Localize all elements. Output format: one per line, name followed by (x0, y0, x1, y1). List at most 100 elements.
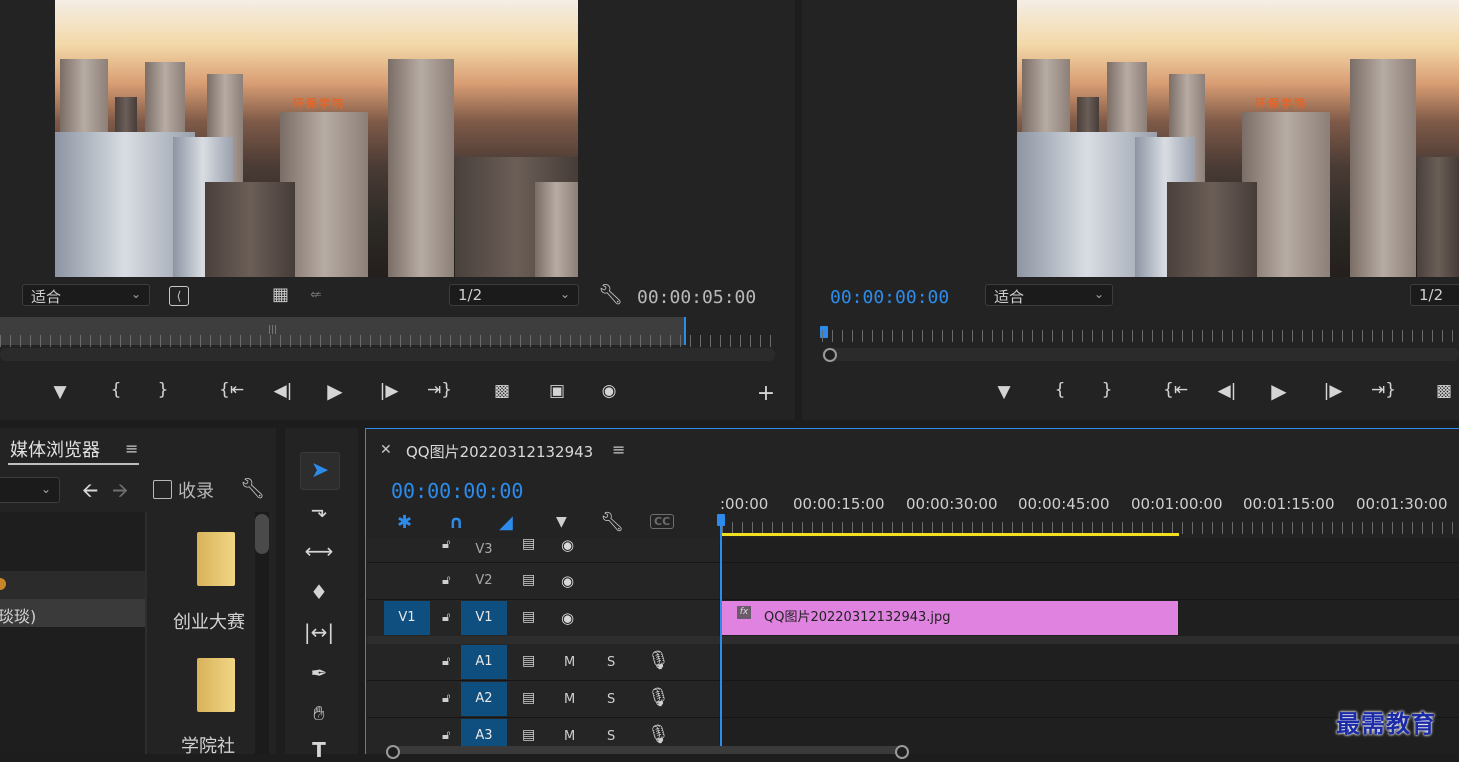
sync-lock-icon[interactable]: ▤ (522, 609, 535, 625)
mark-out-icon[interactable]: } (151, 382, 175, 399)
solo-button[interactable]: S (607, 655, 615, 670)
source-scrub-bar[interactable] (0, 348, 775, 361)
sync-lock-icon[interactable]: ▤ (522, 653, 535, 669)
list-item[interactable] (0, 571, 145, 599)
play-icon[interactable]: ▶ (1267, 381, 1291, 401)
microphone-icon[interactable]: 🎙︎ (647, 650, 670, 671)
film-drag-video-icon[interactable]: ▦ (272, 286, 289, 304)
add-marker-icon[interactable]: ▼ (48, 384, 72, 401)
drag-audio-icon[interactable]: ⇍ (310, 288, 322, 302)
source-patch-v1[interactable]: V1 (384, 601, 430, 635)
timeline-zoom-scrollbar[interactable] (390, 746, 902, 754)
lock-icon[interactable]: 🔓︎ (442, 691, 450, 706)
program-resolution-dropdown[interactable]: 1/2 (1410, 284, 1459, 306)
lock-icon[interactable]: 🔓︎ (442, 610, 450, 625)
zoom-handle-icon[interactable] (895, 745, 909, 759)
track-select-forward-icon[interactable]: ⬎ (302, 500, 336, 520)
nest-sequence-icon[interactable]: ✱ (397, 512, 412, 533)
close-tab-icon[interactable]: ✕ (380, 443, 392, 457)
slip-tool-icon[interactable]: |↔| (302, 622, 336, 642)
solo-button[interactable]: S (607, 729, 615, 744)
captions-cc-icon[interactable]: CC (650, 514, 675, 529)
microphone-icon[interactable]: 🎙︎ (647, 724, 670, 745)
source-fit-dropdown[interactable]: 适合 ⌄ (22, 284, 150, 306)
go-to-out-icon[interactable]: ⇥} (427, 382, 452, 399)
program-playhead-timecode[interactable]: 00:00:00:00 (830, 287, 949, 308)
sync-lock-icon[interactable]: ▤ (522, 727, 535, 743)
sync-lock-icon[interactable]: ▤ (522, 690, 535, 706)
mark-out-icon[interactable]: } (1095, 382, 1119, 399)
track-label[interactable]: A1 (461, 645, 507, 679)
solo-button[interactable]: S (607, 692, 615, 707)
track-label[interactable]: V1 (461, 601, 507, 635)
eye-icon[interactable]: ◉ (561, 536, 574, 554)
razor-tool-icon[interactable]: ♦ (302, 582, 336, 602)
add-marker-icon[interactable]: ▼ (556, 514, 567, 530)
lock-icon[interactable]: 🔓︎ (442, 537, 450, 552)
mute-button[interactable]: M (564, 692, 575, 707)
lift-icon[interactable]: ▩ (1432, 383, 1456, 400)
type-tool-icon[interactable]: T (302, 740, 336, 760)
forward-arrow-icon[interactable]: 🡪︎ (112, 480, 128, 500)
wrench-settings-icon[interactable]: 🔧︎ (598, 284, 623, 304)
mark-in-icon[interactable]: { (104, 382, 128, 399)
source-monitor: 环保学院 适合 ⌄ ⟨ ▦ ⇍ 1/2 ⌄ 🔧︎ 00:00:05:00 |||… (0, 0, 795, 420)
step-back-icon[interactable]: ◀| (1215, 383, 1239, 400)
chevron-down-icon: ⌄ (130, 287, 141, 301)
vertical-scrollbar[interactable] (255, 512, 269, 754)
source-resolution-dropdown[interactable]: 1/2 ⌄ (449, 284, 579, 306)
snap-magnet-icon[interactable]: ∩ (449, 512, 464, 533)
eye-icon[interactable]: ◉ (561, 609, 574, 627)
program-fit-dropdown[interactable]: 适合 ⌄ (985, 284, 1113, 306)
timeline-clip[interactable]: fx QQ图片20220312132943.jpg (722, 601, 1178, 635)
timeline-settings-wrench-icon[interactable]: 🔧︎ (600, 510, 624, 533)
panel-menu-icon[interactable]: ≡ (612, 442, 625, 458)
step-back-icon[interactable]: ◀| (271, 383, 295, 400)
sequence-tab-label[interactable]: QQ图片20220312132943 (406, 441, 593, 462)
add-marker-icon[interactable]: ▼ (992, 384, 1016, 401)
linked-selection-icon[interactable]: ◢ (499, 512, 513, 533)
step-forward-icon[interactable]: |▶ (1321, 383, 1345, 400)
lock-icon[interactable]: 🔓︎ (442, 654, 450, 669)
sync-lock-icon[interactable]: ▤ (522, 536, 535, 552)
timeline-playhead-timecode[interactable]: 00:00:00:00 (391, 479, 523, 503)
pen-tool-icon[interactable]: ✒ (302, 663, 336, 683)
step-forward-icon[interactable]: |▶ (377, 383, 401, 400)
timeline-playhead[interactable] (720, 515, 722, 754)
folder-item[interactable]: 创业大赛 (147, 514, 255, 636)
track-label[interactable]: V2 (461, 564, 507, 598)
play-icon[interactable]: ▶ (323, 381, 347, 401)
work-area-bar[interactable] (722, 533, 1179, 536)
insert-icon[interactable]: ▩ (490, 383, 514, 400)
go-to-in-icon[interactable]: {⇤ (1163, 382, 1188, 399)
track-label[interactable]: A2 (461, 682, 507, 716)
eye-icon[interactable]: ◉ (561, 572, 574, 590)
go-to-out-icon[interactable]: ⇥} (1371, 382, 1396, 399)
overwrite-icon[interactable]: ▣ (545, 383, 569, 400)
insert-edit-icon[interactable]: ⟨ (169, 286, 189, 306)
mute-button[interactable]: M (564, 655, 575, 670)
add-button-icon[interactable]: + (754, 383, 778, 405)
lock-icon[interactable]: 🔓︎ (442, 573, 450, 588)
sync-lock-icon[interactable]: ▤ (522, 572, 535, 588)
selection-tool[interactable]: ➤ (300, 452, 340, 490)
media-browser-tab[interactable]: 媒体浏览器 (10, 436, 100, 462)
panel-menu-icon[interactable]: ≡ (125, 441, 138, 457)
zoom-handle-icon[interactable] (823, 348, 837, 362)
go-to-in-icon[interactable]: {⇤ (219, 382, 244, 399)
back-arrow-icon[interactable]: 🡨︎ (82, 480, 98, 500)
microphone-icon[interactable]: 🎙︎ (647, 687, 670, 708)
zoom-handle-icon[interactable] (386, 745, 400, 759)
ripple-edit-icon[interactable]: ⟷ (302, 541, 336, 561)
location-dropdown[interactable]: ⌄ (0, 477, 60, 503)
mute-button[interactable]: M (564, 729, 575, 744)
favorite-checkbox[interactable] (153, 480, 172, 499)
timeline-playhead-handle[interactable] (717, 514, 725, 526)
wrench-settings-icon[interactable]: 🔧︎ (240, 478, 265, 498)
hand-tool-icon[interactable]: ✋︎ (302, 703, 336, 723)
lock-icon[interactable]: 🔓︎ (442, 728, 450, 743)
export-frame-camera-icon[interactable]: ◉ (597, 383, 621, 400)
mark-in-icon[interactable]: { (1048, 382, 1072, 399)
folder-item[interactable]: 学院社 (147, 640, 255, 757)
program-scrub-bar[interactable] (822, 348, 1459, 361)
